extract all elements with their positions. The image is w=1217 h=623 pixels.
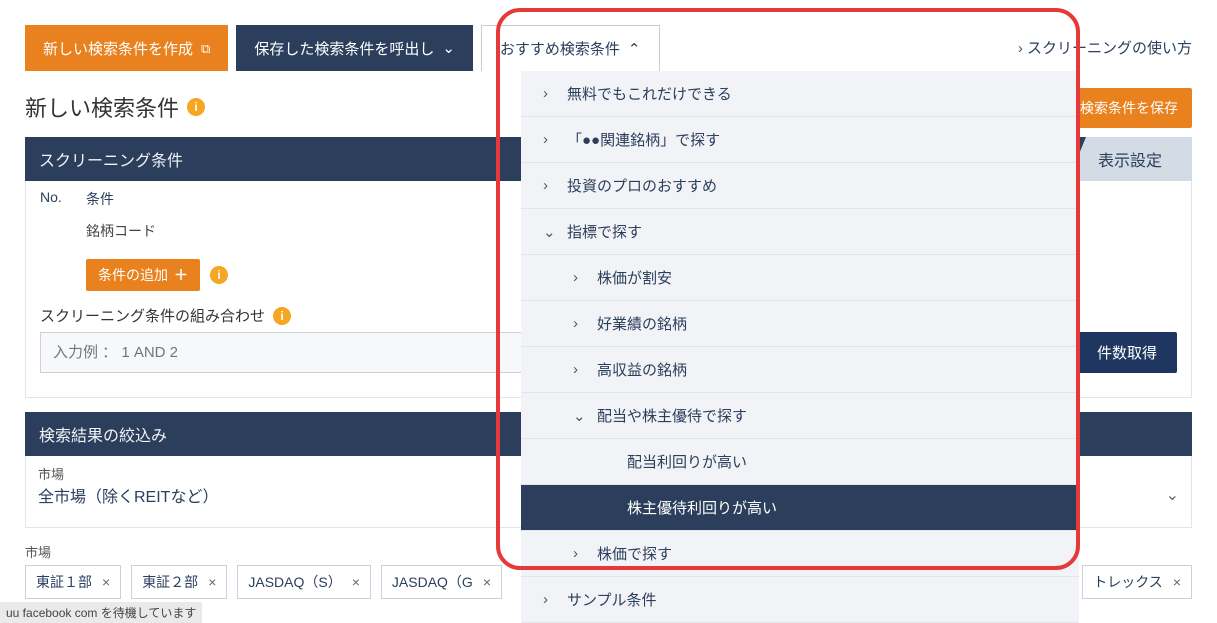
- tab-load-label: 保存した検索条件を呼出し: [254, 38, 434, 59]
- close-icon[interactable]: ×: [1173, 574, 1181, 590]
- market-chip[interactable]: JASDAQ（S）×: [237, 565, 371, 599]
- chevron-icon: ⌄: [543, 223, 553, 241]
- recommend-menu-item[interactable]: ⌄指標で探す: [521, 209, 1079, 255]
- chevron-icon: ›: [573, 545, 583, 562]
- chevron-icon: ›: [543, 177, 553, 194]
- chevron-down-icon: ⌄: [1166, 485, 1179, 505]
- close-icon[interactable]: ×: [208, 574, 216, 590]
- recommend-menu-item[interactable]: ›無料でもこれだけできる: [521, 71, 1079, 117]
- market-filter-label: 市場: [26, 456, 599, 483]
- market-chip[interactable]: 東証１部×: [25, 565, 121, 599]
- market-chip[interactable]: 東証２部×: [131, 565, 227, 599]
- recommend-menu-item[interactable]: ›サンプル条件: [521, 577, 1079, 623]
- tab-create-label: 新しい検索条件を作成: [43, 38, 193, 59]
- recommend-menu-item[interactable]: ›株価が割安: [521, 255, 1079, 301]
- copy-icon: [201, 40, 210, 57]
- help-link[interactable]: スクリーニングの使い方: [1018, 25, 1192, 71]
- info-icon[interactable]: i: [210, 266, 228, 284]
- display-setting-tab[interactable]: 表示設定: [1068, 137, 1192, 181]
- recommend-menu-item[interactable]: ›投資のプロのおすすめ: [521, 163, 1079, 209]
- chevron-icon: ›: [543, 85, 553, 102]
- close-icon[interactable]: ×: [483, 574, 491, 590]
- market-chip[interactable]: トレックス×: [1082, 565, 1192, 599]
- recommend-menu-item[interactable]: ›高収益の銘柄: [521, 347, 1079, 393]
- info-icon[interactable]: i: [187, 98, 205, 116]
- add-condition-button[interactable]: 条件の追加: [86, 259, 200, 291]
- tab-recommend[interactable]: おすすめ検索条件 ⌃: [481, 25, 660, 71]
- chevron-icon: ›: [573, 361, 583, 378]
- recommend-menu-item[interactable]: ›「●●関連銘柄」で探す: [521, 117, 1079, 163]
- chevron-icon: ›: [573, 269, 583, 286]
- chevron-down-icon: ⌄: [442, 39, 455, 57]
- chevron-icon: ⌄: [573, 407, 583, 425]
- count-button[interactable]: 件数取得: [1077, 332, 1177, 373]
- recommend-dropdown: ›無料でもこれだけできる›「●●関連銘柄」で探す›投資のプロのおすすめ⌄指標で探…: [521, 71, 1079, 623]
- recommend-menu-item[interactable]: 配当利回りが高い: [521, 439, 1079, 485]
- recommend-menu-item[interactable]: ›好業績の銘柄: [521, 301, 1079, 347]
- chevron-icon: ›: [543, 591, 553, 608]
- chevron-icon: ›: [543, 131, 553, 148]
- recommend-menu-item[interactable]: ›株価で探す: [521, 531, 1079, 577]
- col-condition: 条件: [86, 189, 114, 209]
- condition-value: 銘柄コード: [86, 221, 156, 241]
- tab-load[interactable]: 保存した検索条件を呼出し ⌄: [236, 25, 473, 71]
- browser-status-bar: uu facebook com を待機しています: [0, 602, 202, 623]
- chevron-icon: ›: [573, 315, 583, 332]
- recommend-menu-item[interactable]: ⌄配当や株主優待で探す: [521, 393, 1079, 439]
- col-no: No.: [40, 189, 86, 209]
- close-icon[interactable]: ×: [352, 574, 360, 590]
- recommend-menu-item[interactable]: 株主優待利回りが高い: [521, 485, 1079, 531]
- page-title: 新しい検索条件: [25, 91, 179, 123]
- plus-icon: [174, 265, 188, 285]
- tab-recommend-label: おすすめ検索条件: [500, 38, 620, 59]
- tab-create[interactable]: 新しい検索条件を作成: [25, 25, 228, 71]
- market-chip[interactable]: JASDAQ（G×: [381, 565, 502, 599]
- chevron-up-icon: ⌃: [628, 40, 641, 58]
- info-icon[interactable]: i: [273, 307, 291, 325]
- top-tabs: 新しい検索条件を作成 保存した検索条件を呼出し ⌄ おすすめ検索条件 ⌃ スクリ…: [25, 25, 1192, 71]
- close-icon[interactable]: ×: [102, 574, 110, 590]
- market-filter-value: 全市場（除くREITなど）: [38, 483, 218, 507]
- market-filter[interactable]: 市場 全市場（除くREITなど） ⌄: [26, 456, 600, 517]
